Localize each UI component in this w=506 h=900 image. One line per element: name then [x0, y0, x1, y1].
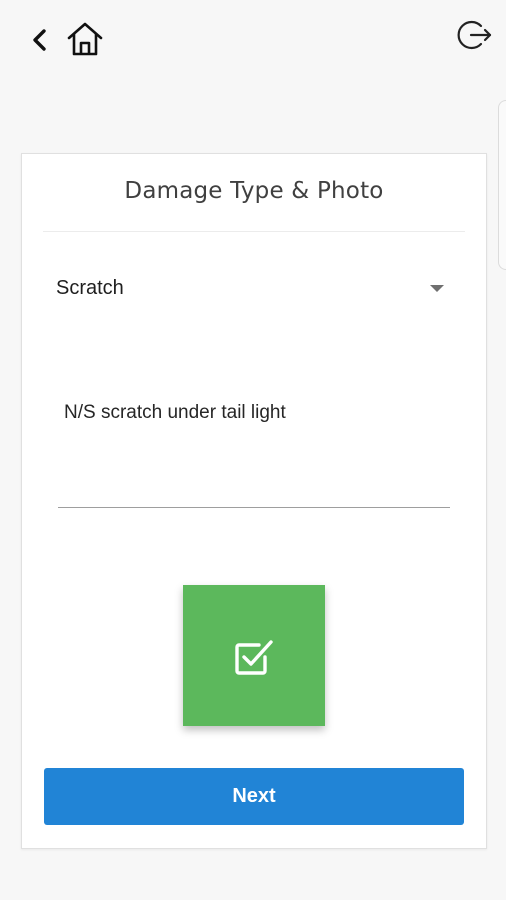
photo-tile[interactable] — [183, 585, 325, 726]
damage-type-select[interactable]: Scratch — [56, 270, 446, 306]
checkbox-checked-icon — [235, 639, 273, 675]
back-button[interactable] — [26, 26, 52, 54]
input-underline — [58, 507, 450, 508]
damage-description-input[interactable]: N/S scratch under tail light — [58, 386, 450, 508]
next-button[interactable]: Next — [44, 768, 464, 825]
damage-type-value: Scratch — [56, 276, 124, 299]
card-title: Damage Type & Photo — [124, 178, 384, 204]
damage-card: Damage Type & Photo Scratch N/S scratch … — [21, 153, 487, 849]
logout-icon — [457, 20, 492, 50]
title-divider — [43, 231, 465, 232]
dropdown-caret-icon — [430, 284, 444, 292]
chevron-left-icon — [33, 29, 46, 51]
home-button[interactable] — [64, 18, 106, 60]
home-icon — [67, 22, 103, 56]
side-drawer-handle[interactable] — [498, 100, 506, 270]
logout-button[interactable] — [454, 14, 496, 56]
top-bar — [0, 0, 506, 80]
damage-description-text: N/S scratch under tail light — [64, 402, 286, 423]
